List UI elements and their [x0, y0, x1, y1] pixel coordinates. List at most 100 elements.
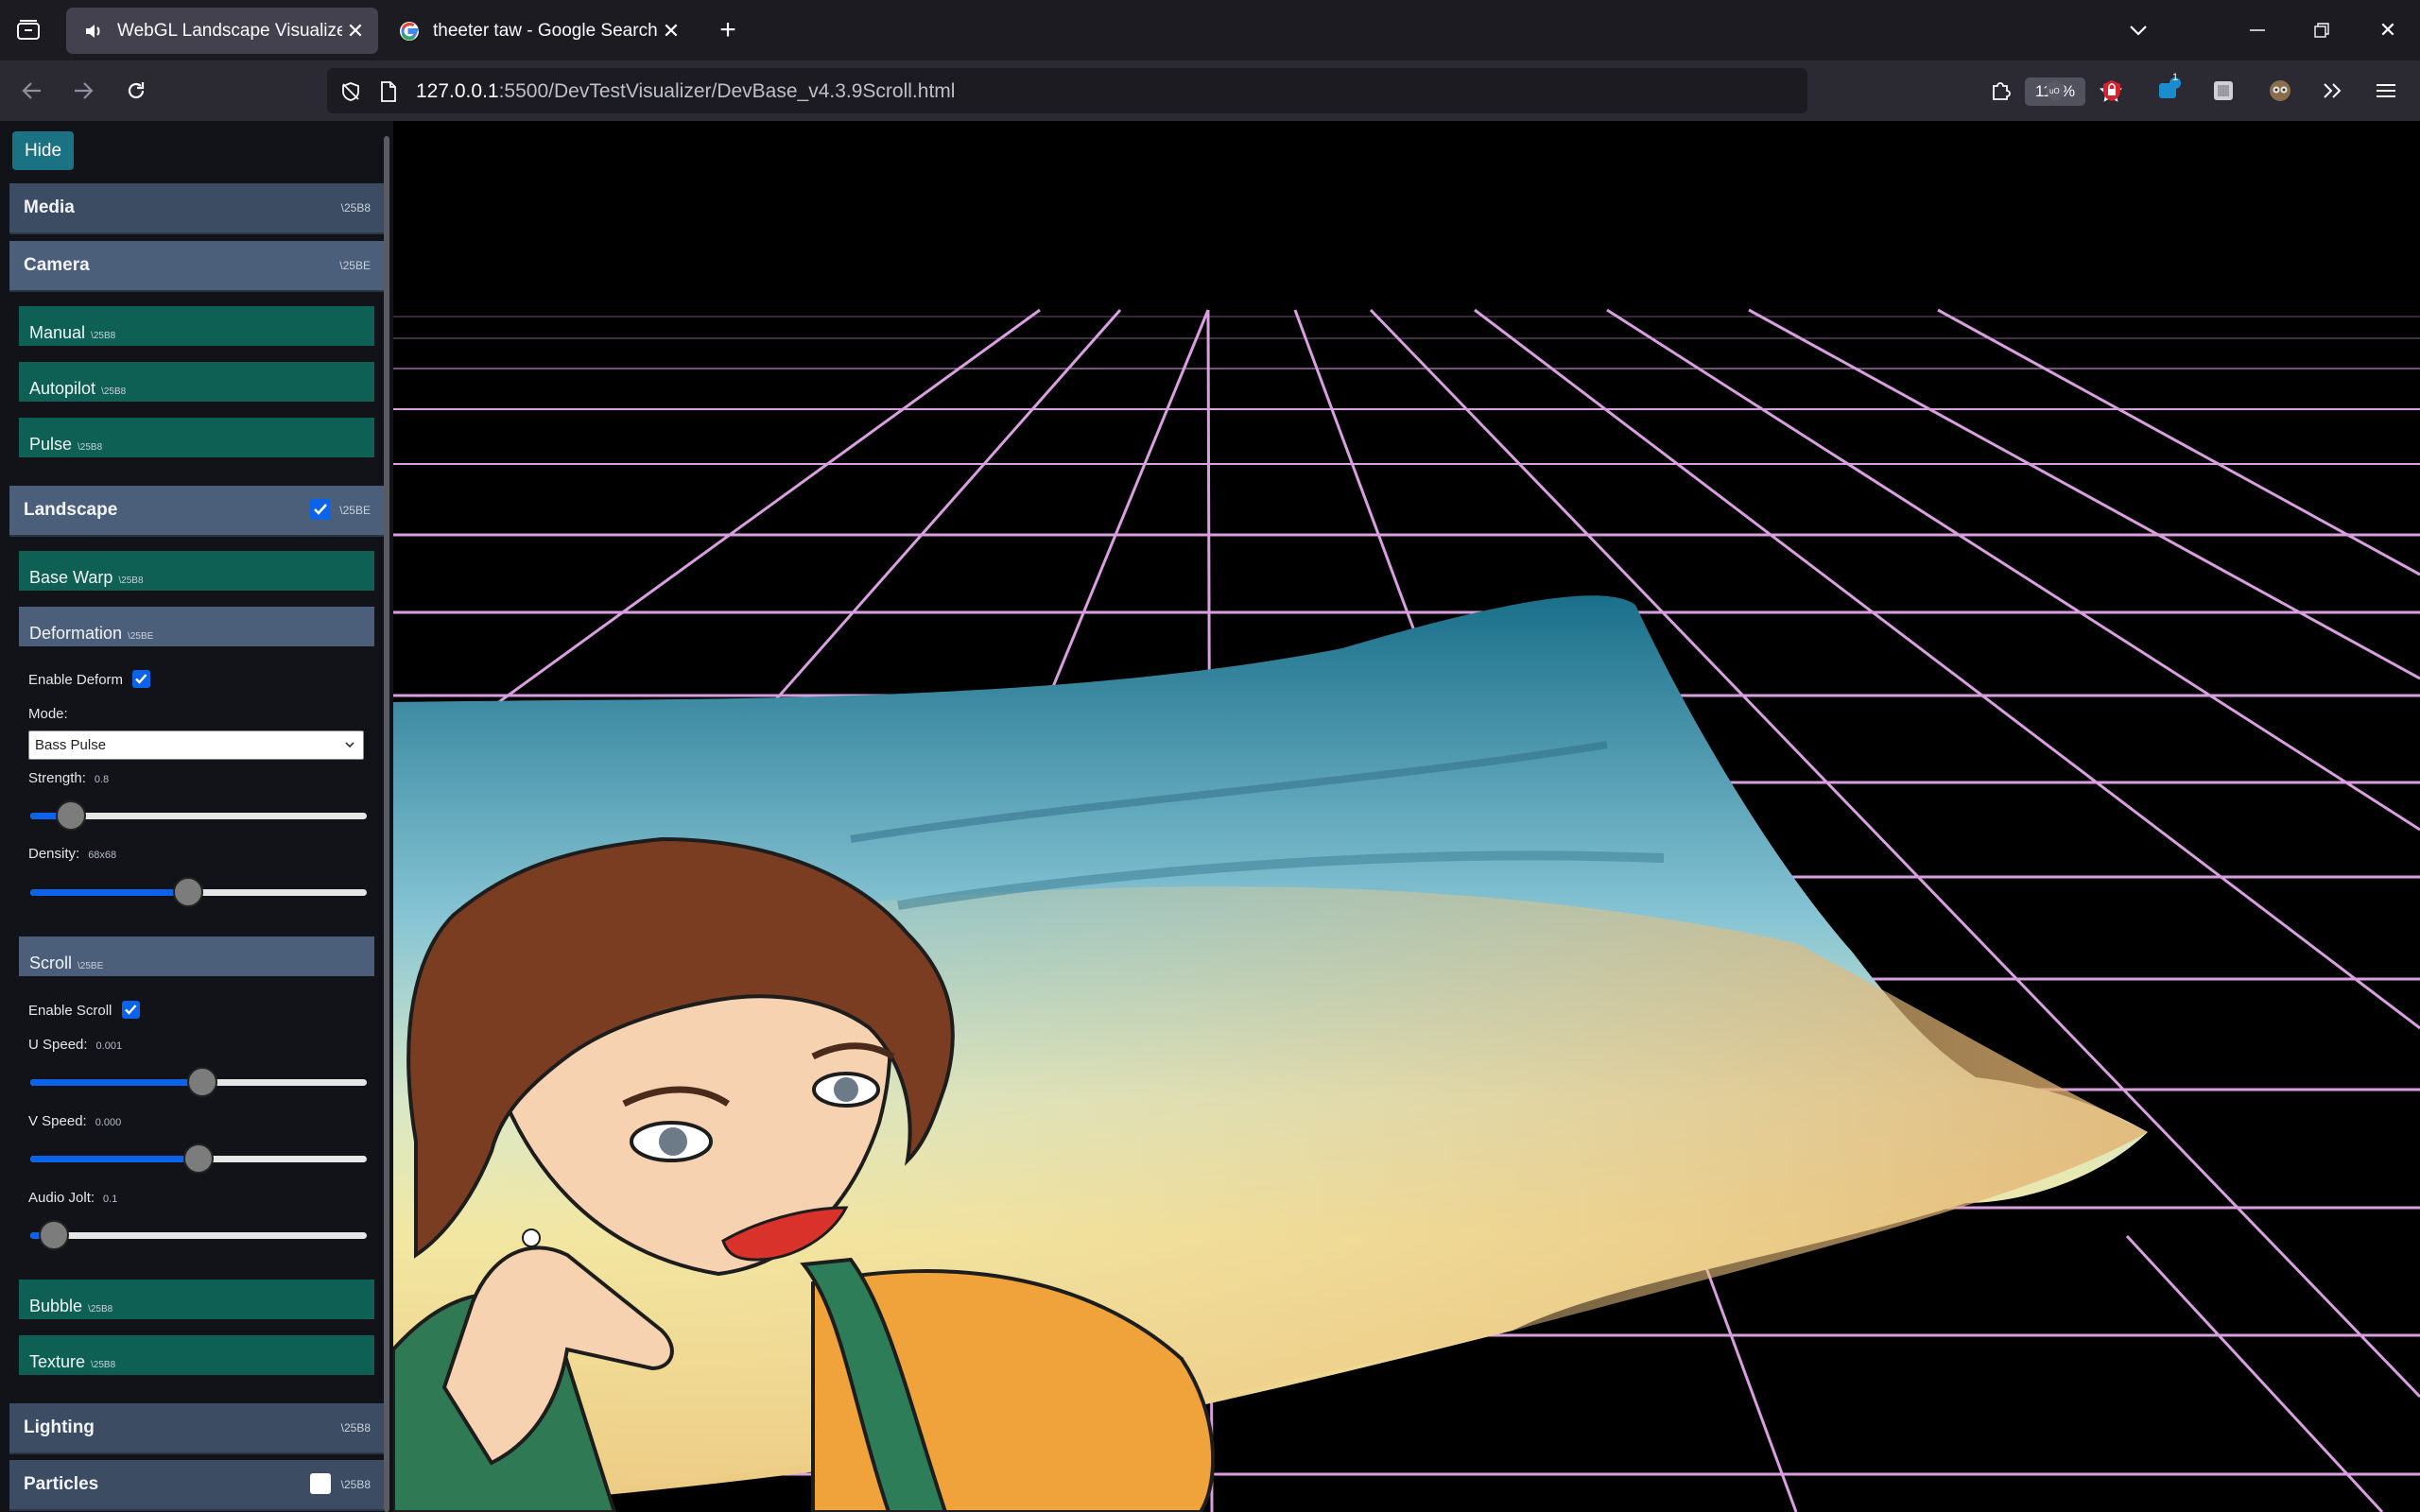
collapse-arrow-code: \25BE — [339, 259, 371, 272]
tab-list-icon[interactable] — [13, 15, 43, 45]
ublock-shield-icon[interactable]: uO — [2040, 76, 2070, 106]
subsection-label: Scroll — [29, 954, 73, 972]
tab-visualizer[interactable]: WebGL Landscape Visualizer - I ✕ — [66, 8, 378, 54]
collapse-arrow-code: \25B8 — [78, 442, 103, 453]
v-speed-slider[interactable] — [30, 1141, 367, 1178]
subsection-label: Manual — [29, 323, 86, 342]
extension-badge-count: 1 — [2172, 72, 2179, 83]
mode-select-value: Bass Pulse — [35, 737, 107, 753]
subsection-manual[interactable]: Manual \25B8 — [19, 306, 374, 346]
extension-square-icon[interactable] — [2208, 76, 2238, 106]
google-icon — [399, 21, 420, 42]
enable-deform-checkbox[interactable] — [132, 670, 150, 688]
slider-thumb[interactable] — [186, 1067, 217, 1097]
slider-thumb[interactable] — [173, 877, 204, 907]
subsection-label: Autopilot — [29, 379, 96, 398]
strength-slider[interactable] — [30, 798, 367, 835]
section-label: Landscape — [24, 500, 118, 520]
v-speed-label: V Speed: 0.000 — [28, 1113, 121, 1129]
section-lighting[interactable]: Lighting \25B8 — [9, 1403, 384, 1454]
enable-deform-label: Enable Deform — [28, 672, 124, 688]
extensions-puzzle-icon[interactable] — [1985, 76, 2015, 106]
mode-select[interactable]: Bass Pulse — [28, 730, 364, 760]
tab-bar: WebGL Landscape Visualizer - I ✕ theeter… — [0, 0, 2420, 60]
new-tab-button[interactable]: + — [711, 13, 745, 47]
section-label: Camera — [24, 255, 90, 275]
section-label: Lighting — [24, 1418, 95, 1437]
tab-google-search[interactable]: theeter taw - Google Search ✕ — [382, 8, 694, 54]
tab-title: WebGL Landscape Visualizer - I — [117, 20, 342, 41]
subsection-label: Base Warp — [29, 568, 113, 587]
url-text[interactable]: 127.0.0.1:5500/DevTestVisualizer/DevBase… — [416, 80, 955, 103]
u-speed-label: U Speed: 0.001 — [28, 1037, 122, 1053]
landscape-enable-checkbox[interactable] — [310, 499, 331, 520]
section-particles[interactable]: Particles \25B8 — [9, 1460, 384, 1511]
v-speed-label-text: V Speed: — [28, 1113, 87, 1129]
subsection-base-warp[interactable]: Base Warp \25B8 — [19, 551, 374, 591]
audio-jolt-label: Audio Jolt: 0.1 — [28, 1190, 117, 1206]
strength-value: 0.8 — [94, 774, 110, 785]
density-value: 68x68 — [88, 850, 117, 861]
subsection-deformation[interactable]: Deformation \25BE — [19, 607, 374, 646]
reload-icon[interactable] — [121, 76, 151, 106]
subsection-autopilot[interactable]: Autopilot \25B8 — [19, 362, 374, 402]
hide-button[interactable]: Hide — [12, 131, 74, 170]
speaker-icon[interactable] — [83, 21, 104, 42]
minimize-icon[interactable] — [2242, 15, 2273, 45]
tracking-protection-icon[interactable] — [338, 79, 363, 104]
subsection-pulse[interactable]: Pulse \25B8 — [19, 418, 374, 457]
account-avatar-icon[interactable] — [2265, 76, 2295, 106]
collapse-arrow-code: \25B8 — [340, 1421, 371, 1435]
audio-jolt-slider[interactable] — [30, 1217, 367, 1255]
section-camera[interactable]: Camera \25BE — [9, 241, 384, 292]
close-tab-icon[interactable]: ✕ — [342, 18, 369, 44]
collapse-arrow-code: \25B8 — [340, 201, 371, 215]
strength-label-text: Strength: — [28, 770, 86, 786]
panel-scrollbar[interactable] — [384, 136, 389, 1512]
section-landscape[interactable]: Landscape \25BE — [9, 486, 384, 537]
collapse-arrow-code: \25B8 — [91, 331, 116, 341]
restore-icon[interactable] — [2307, 15, 2337, 45]
chevron-down-icon — [344, 735, 355, 758]
tab-title: theeter taw - Google Search — [433, 20, 658, 41]
section-media[interactable]: Media \25B8 — [9, 183, 384, 234]
subsection-bubble[interactable]: Bubble \25B8 — [19, 1280, 374, 1319]
slider-thumb[interactable] — [183, 1143, 214, 1174]
collapse-arrow-code: \25B8 — [101, 387, 127, 397]
subsection-label: Bubble — [29, 1297, 83, 1315]
u-speed-label-text: U Speed: — [28, 1037, 88, 1053]
subsection-label: Pulse — [29, 435, 73, 454]
collapse-arrow-code: \25B8 — [340, 1478, 371, 1491]
audio-jolt-label-text: Audio Jolt: — [28, 1190, 95, 1206]
app-menu-icon[interactable] — [2371, 76, 2401, 106]
close-tab-icon[interactable]: ✕ — [658, 18, 684, 44]
url-bar[interactable]: 127.0.0.1:5500/DevTestVisualizer/DevBase… — [327, 68, 2122, 113]
extension-badge-icon[interactable]: 1 — [2152, 72, 2186, 106]
slider-thumb[interactable] — [38, 1220, 69, 1250]
subsection-scroll[interactable]: Scroll \25BE — [19, 936, 374, 976]
density-label: Density: 68x68 — [28, 846, 116, 862]
density-slider[interactable] — [30, 874, 367, 912]
lock-extension-icon[interactable] — [2097, 76, 2127, 106]
back-icon[interactable] — [17, 76, 47, 106]
collapse-arrow-code: \25B8 — [88, 1304, 113, 1314]
control-panel: Hide Media \25B8 Camera \25BE Manual \25B… — [0, 121, 393, 1512]
collapse-arrow-code: \25BE — [339, 504, 371, 517]
page-info-icon[interactable] — [376, 79, 401, 104]
forward-icon[interactable] — [68, 76, 98, 106]
particles-enable-checkbox[interactable] — [310, 1473, 331, 1494]
close-window-icon[interactable]: ✕ — [2373, 15, 2403, 45]
enable-scroll-checkbox[interactable] — [122, 1001, 140, 1019]
collapse-arrow-code: \25B8 — [91, 1360, 116, 1370]
overflow-chevrons-icon[interactable] — [2318, 76, 2348, 106]
section-label: Media — [24, 198, 75, 217]
slider-fill — [30, 889, 189, 896]
svg-text:uO: uO — [2049, 87, 2060, 95]
list-all-tabs-icon[interactable] — [2123, 15, 2153, 45]
u-speed-value: 0.001 — [95, 1040, 123, 1052]
nav-bar: 127.0.0.1:5500/DevTestVisualizer/DevBase… — [0, 60, 2420, 121]
slider-thumb[interactable] — [55, 800, 86, 831]
url-path: :5500/DevTestVisualizer/DevBase_v4.3.9Sc… — [498, 80, 956, 102]
subsection-texture[interactable]: Texture \25B8 — [19, 1335, 374, 1375]
u-speed-slider[interactable] — [30, 1064, 367, 1102]
